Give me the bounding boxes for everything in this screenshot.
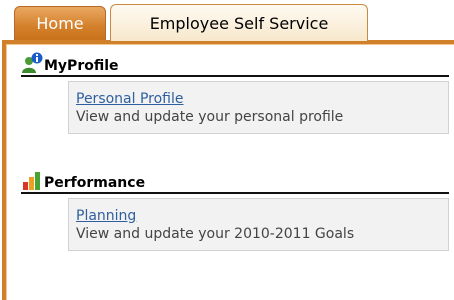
tab-employee-self-service[interactable]: Employee Self Service <box>110 4 368 41</box>
card-personal-profile: Personal Profile View and update your pe… <box>68 81 449 134</box>
bar-chart-icon <box>21 169 43 191</box>
section-title-performance: Performance <box>44 175 146 191</box>
section-myprofile: MyProfile Personal Profile View and upda… <box>21 52 449 134</box>
tab-home-label: Home <box>36 14 84 33</box>
section-header: Performance <box>21 172 449 194</box>
planning-link[interactable]: Planning <box>76 207 441 225</box>
tab-home[interactable]: Home <box>14 6 106 40</box>
section-header: MyProfile <box>21 52 449 77</box>
personal-profile-description: View and update your personal profile <box>76 109 344 125</box>
card-planning: Planning View and update your 2010-2011 … <box>68 198 449 251</box>
user-info-icon <box>21 52 43 74</box>
content-panel: MyProfile Personal Profile View and upda… <box>2 40 454 300</box>
tab-bar: Home Employee Self Service <box>0 0 454 41</box>
planning-description: View and update your 2010-2011 Goals <box>76 226 355 242</box>
tab-ess-label: Employee Self Service <box>149 13 329 33</box>
section-performance: Performance Planning View and update you… <box>21 172 449 251</box>
personal-profile-link[interactable]: Personal Profile <box>76 90 441 108</box>
section-title-myprofile: MyProfile <box>44 58 119 74</box>
